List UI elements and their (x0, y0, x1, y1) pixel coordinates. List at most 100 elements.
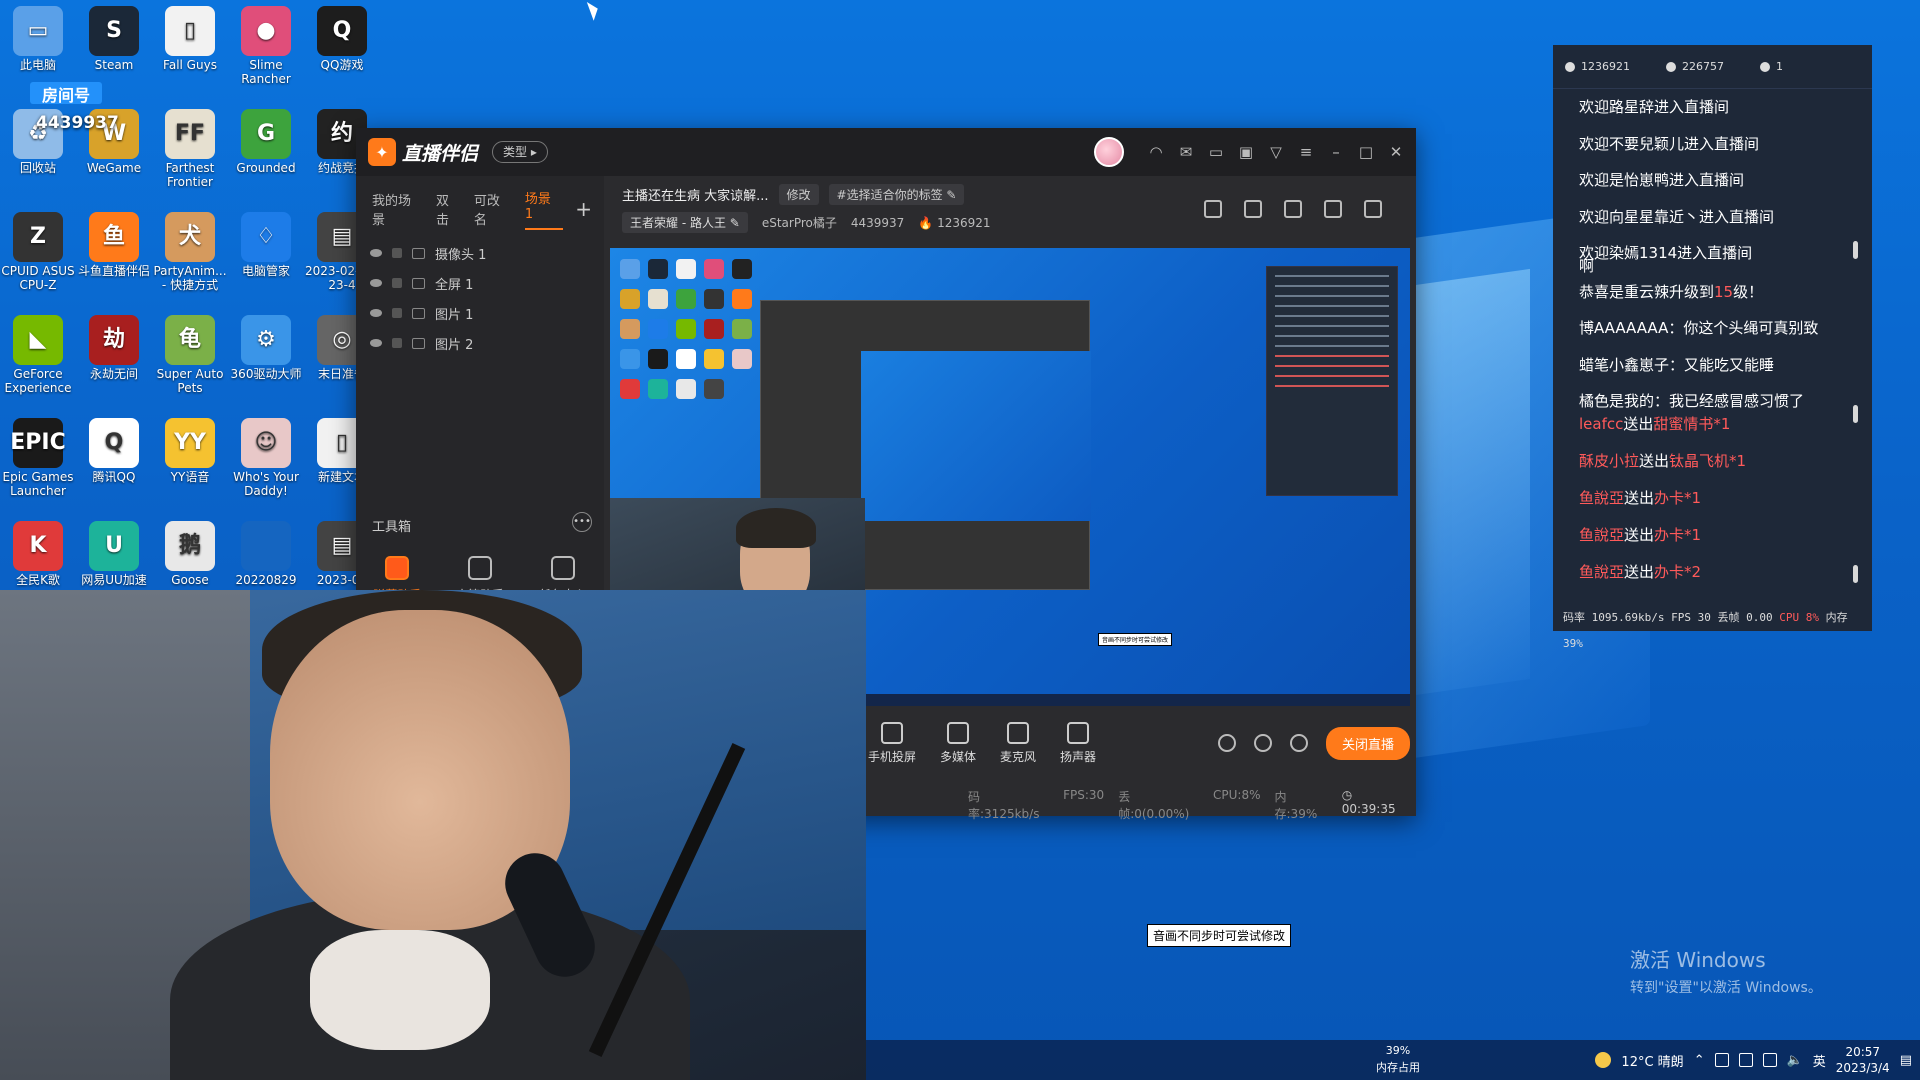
app-icon: 鱼 (89, 212, 139, 262)
control-button[interactable]: 手机投屏 (868, 721, 916, 765)
desktop-icon[interactable]: K 全民K歌 (0, 521, 76, 587)
maximize-icon[interactable]: □ (1358, 144, 1374, 160)
app-icon: YY (165, 418, 215, 468)
desktop-icon[interactable]: 龟 Super Auto Pets (152, 315, 228, 395)
desktop-icon[interactable]: ▭ 此电脑 (0, 6, 76, 72)
desktop-icon[interactable]: ▯ Fall Guys (152, 6, 228, 72)
unlock-icon[interactable] (1244, 200, 1262, 218)
category-button[interactable]: 王者荣耀 - 路人王 ✎ (622, 212, 748, 233)
memory-widget[interactable]: 39% 内存占用 (1376, 1042, 1420, 1076)
settings-icon[interactable] (1289, 734, 1308, 752)
minimize-icon[interactable]: – (1328, 144, 1344, 160)
desktop-icon[interactable]: ♢ 电脑管家 (228, 212, 304, 278)
lock-icon[interactable] (392, 308, 402, 318)
chat-scrollbar[interactable] (1853, 241, 1858, 259)
desktop-icon[interactable]: ● Slime Rancher (228, 6, 304, 86)
desktop-icon[interactable]: ◣ GeForce Experience (0, 315, 76, 395)
eye-icon[interactable] (370, 309, 382, 317)
chat-likes: 226757 (1682, 60, 1724, 73)
menu-icon[interactable]: ≡ (1298, 144, 1314, 160)
chevron-up-icon[interactable]: ⌃ (1694, 1053, 1705, 1068)
source-item[interactable]: 图片 1 (356, 298, 604, 328)
tag-label: #选择适合你的标签 (836, 188, 943, 202)
add-scene-icon[interactable]: + (575, 197, 592, 221)
desktop-icon[interactable]: Q 腾讯QQ (76, 418, 152, 484)
desktop-icon[interactable]: 20220829 (228, 521, 304, 587)
source-item[interactable]: 全屏 1 (356, 268, 604, 298)
flame-icon (1565, 61, 1575, 72)
eye-icon[interactable] (1253, 734, 1272, 752)
stop-stream-button[interactable]: 关闭直播 (1325, 726, 1410, 760)
gift-verb: 送出 (1624, 525, 1655, 544)
desktop-icon[interactable]: 鹅 Goose (152, 521, 228, 587)
chat-scrollbar[interactable] (1853, 565, 1858, 583)
eye-icon[interactable] (370, 339, 382, 347)
avatar[interactable] (1094, 137, 1124, 167)
toolbox-label: 工具箱 (372, 520, 412, 535)
gift-user: 鱼說亞 (1579, 488, 1625, 507)
headset-icon[interactable]: ◠ (1148, 144, 1164, 160)
preview-icon (732, 319, 752, 339)
app-icon: ◣ (13, 315, 63, 365)
desktop-icon[interactable]: EPIC Epic Games Launcher (0, 418, 76, 498)
source-item[interactable]: 图片 2 (356, 328, 604, 358)
mouse-cursor-icon (586, 0, 602, 21)
gift-icon[interactable] (1204, 200, 1222, 218)
desktop-icon[interactable]: 鱼斗鱼直播伴侣 (76, 212, 152, 278)
control-button[interactable]: 扬声器 (1060, 721, 1096, 765)
lock-icon[interactable] (392, 338, 402, 348)
close-icon[interactable]: ✕ (1388, 144, 1404, 160)
eye-icon[interactable] (370, 249, 382, 257)
desktop-icon[interactable]: Q QQ游戏 (304, 6, 380, 72)
clock[interactable]: 20:57 2023/3/4 (1836, 1044, 1890, 1076)
scene-tab[interactable]: 双击 (436, 190, 462, 228)
share-icon[interactable] (1364, 200, 1382, 218)
app-icon: Q (89, 418, 139, 468)
app-icon: Z (13, 212, 63, 262)
desktop-icon[interactable]: YY YY语音 (152, 418, 228, 484)
more-icon[interactable]: ••• (572, 512, 592, 532)
control-button[interactable]: 多媒体 (940, 721, 977, 765)
tag-button[interactable]: #选择适合你的标签 ✎ (828, 184, 965, 205)
weather-text[interactable]: 12°C 晴朗 (1621, 1051, 1683, 1070)
gift-item: 钛晶飞机*1 (1669, 451, 1747, 470)
mail-icon[interactable]: ✉ (1178, 144, 1194, 160)
control-button[interactable]: 麦克风 (1000, 721, 1036, 765)
scene-tab[interactable]: 场景 1 (524, 188, 564, 230)
speaker-icon[interactable]: 🔈 (1787, 1053, 1803, 1068)
desktop-icon[interactable]: U 网易UU加速 (76, 521, 152, 587)
layout-icon[interactable] (1284, 200, 1302, 218)
scene-tab[interactable]: 可改名 (474, 190, 513, 228)
desktop-icon[interactable]: ☺ Who's Your Daddy! (228, 418, 304, 498)
webcam-overlay (0, 590, 866, 1080)
bell-icon[interactable] (1324, 200, 1342, 218)
lock-icon[interactable] (392, 248, 402, 258)
desktop-icon[interactable]: G Grounded (228, 109, 304, 175)
monitor-icon[interactable]: ▭ (1208, 144, 1224, 160)
desktop-icon[interactable]: ⚙ 360驱动大师 (228, 315, 304, 381)
scene-tab[interactable]: 我的场景 (372, 190, 424, 228)
desktop-icon[interactable]: FF Farthest Frontier (152, 109, 228, 189)
desktop-icon[interactable]: S Steam (76, 6, 152, 72)
type-button[interactable]: 类型 ▸ (492, 141, 548, 163)
shirt-icon[interactable]: ▽ (1268, 144, 1284, 160)
lock-icon[interactable] (392, 278, 402, 288)
source-item[interactable]: 摄像头 1 (356, 238, 604, 268)
edit-title-button[interactable]: 修改 (778, 184, 819, 205)
chat-scrollbar[interactable] (1853, 405, 1858, 423)
shield-icon[interactable] (1714, 1053, 1729, 1067)
desktop-icon[interactable]: 犬 PartyAnim... - 快捷方式 (152, 212, 228, 292)
window-icon[interactable]: ▣ (1238, 144, 1254, 160)
desktop-icon[interactable]: 劫永劫无间 (76, 315, 152, 381)
notification-icon[interactable]: ▤ (1900, 1053, 1912, 1068)
desktop-icon[interactable]: Z CPUID ASUS CPU-Z (0, 212, 76, 292)
eye-icon[interactable] (370, 279, 382, 287)
ime-indicator[interactable]: 英 (1813, 1051, 1826, 1070)
network-icon[interactable] (1762, 1053, 1777, 1067)
mic-icon[interactable] (1738, 1053, 1753, 1067)
desktop-icon-label: Grounded (236, 161, 296, 175)
control-label: 多媒体 (940, 749, 977, 764)
chat-status-left: 码率 1095.69kb/s FPS 30 丢帧 0.00 (1563, 611, 1773, 624)
record-icon[interactable] (1217, 734, 1236, 752)
desktop-icon-label: 此电脑 (19, 58, 56, 72)
